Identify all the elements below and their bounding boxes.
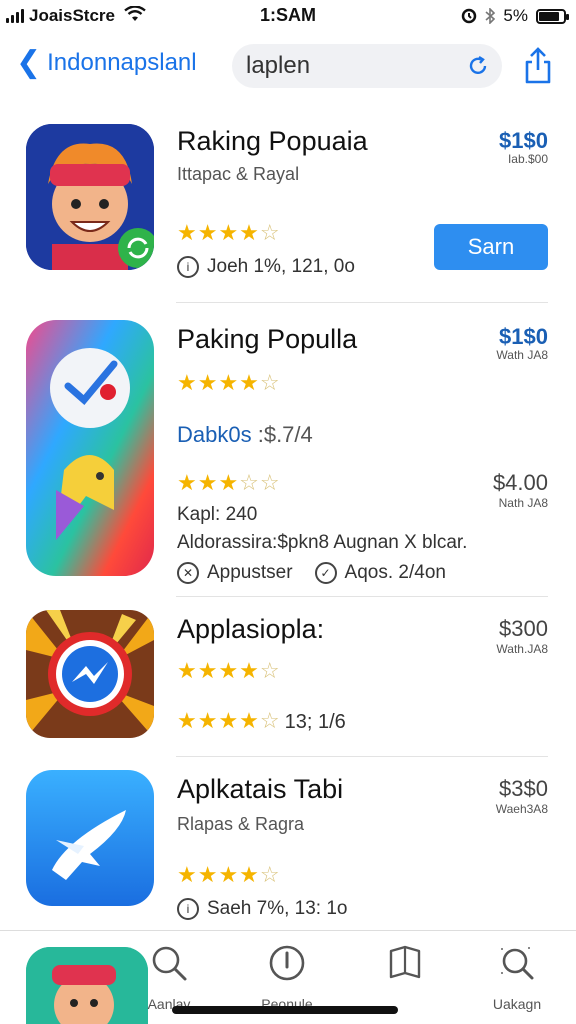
app-meta-text-2: Aqos. 2/4on bbox=[344, 562, 446, 583]
app-price-note-secondary: Nath JA8 bbox=[498, 496, 548, 510]
search-input[interactable] bbox=[246, 52, 446, 80]
app-meta-text-1: Appustser bbox=[207, 562, 293, 583]
tab-label: Uakagn bbox=[492, 996, 542, 1012]
clock-icon: i bbox=[177, 256, 199, 278]
app-description: Aldorassira:$pkn8 Augnan X blcar. bbox=[177, 532, 468, 553]
app-sub-label: Kapl: 240 bbox=[177, 504, 258, 525]
list-item[interactable]: Paking Populla ★★★★☆ Dabk0s :$.7/4 ★★★☆☆… bbox=[0, 302, 576, 594]
app-meta-text: Joeh 1%, 121, 0o bbox=[207, 256, 355, 277]
close-circle-icon: ✕ bbox=[177, 562, 199, 584]
list-item[interactable]: Aplkatais Tabi Rlapas & Ragra ★★★★☆ i Sa… bbox=[0, 756, 576, 926]
back-button[interactable]: ❮ Indonnapslanl bbox=[16, 48, 197, 78]
rating-stars: ★★★★☆ bbox=[177, 658, 281, 683]
app-price: $1$0 bbox=[499, 324, 548, 349]
info-icon bbox=[269, 945, 305, 981]
back-label: Indonnapslanl bbox=[47, 49, 197, 76]
check-circle-icon: ✓ bbox=[314, 562, 337, 584]
app-icon-plane[interactable] bbox=[26, 770, 154, 906]
tab-info[interactable]: Peonule bbox=[242, 943, 332, 1012]
rating-stars: ★★★★☆ bbox=[177, 220, 281, 245]
share-icon[interactable] bbox=[522, 46, 554, 86]
rating-stars-secondary: ★★★★☆ 13; 1/6 bbox=[177, 708, 346, 733]
app-price: $3$0 bbox=[499, 776, 548, 801]
status-bar: JoaisStcre 1:SAM 5% bbox=[0, 0, 576, 34]
clock-icon: i bbox=[177, 898, 199, 920]
list-item[interactable]: Raking Popuaia Ittapac & Rayal ★★★★☆ i J… bbox=[0, 110, 576, 302]
app-icon-character[interactable] bbox=[26, 124, 154, 270]
app-title[interactable]: Applasiopla: bbox=[177, 614, 324, 645]
tab-book[interactable] bbox=[360, 943, 450, 996]
app-icon-messages[interactable] bbox=[26, 320, 154, 576]
app-title[interactable]: Aplkatais Tabi bbox=[177, 774, 343, 805]
app-meta-text: Saeh 7%, 13: 1o bbox=[207, 898, 348, 919]
bluetooth-icon bbox=[485, 8, 496, 24]
app-meta: i Saeh 7%, 13: 1o bbox=[177, 898, 348, 920]
list-item[interactable]: Applasiopla: ★★★★☆ ★★★★☆ 13; 1/6 $300 Wat… bbox=[0, 596, 576, 754]
rating-stars: ★★★★☆ bbox=[177, 862, 281, 887]
app-price-secondary: $4.00 bbox=[492, 470, 548, 495]
alarm-icon bbox=[462, 8, 477, 24]
app-price: $1$0 bbox=[499, 128, 548, 153]
app-price-note: Wath.JA8 bbox=[496, 642, 548, 656]
magnifier-icon bbox=[501, 947, 534, 980]
rating-stars: ★★★★☆ bbox=[177, 370, 281, 395]
get-button[interactable]: Sarn bbox=[434, 224, 548, 270]
refresh-icon[interactable] bbox=[466, 54, 490, 78]
rating-count: 13; 1/6 bbox=[284, 711, 346, 733]
chevron-left-icon: ❮ bbox=[16, 46, 42, 79]
app-price: $300 bbox=[499, 616, 548, 641]
app-meta: i Joeh 1%, 121, 0o bbox=[177, 256, 355, 278]
developer-link-label: Dabk0s bbox=[177, 422, 252, 447]
nav-bar: ❮ Indonnapslanl bbox=[0, 40, 576, 92]
app-meta: ✕ Appustser ✓ Aqos. 2/4on bbox=[177, 562, 446, 584]
search-icon bbox=[152, 946, 187, 981]
battery-icon bbox=[536, 8, 569, 24]
app-price-note: Wath JA8 bbox=[496, 348, 548, 362]
tab-lookup[interactable]: Uakagn bbox=[472, 943, 562, 1012]
search-field[interactable] bbox=[232, 44, 502, 88]
app-title[interactable]: Paking Populla bbox=[177, 324, 357, 355]
developer-link-rest: :$.7/4 bbox=[257, 422, 313, 447]
app-subtitle: Rlapas & Ragra bbox=[177, 814, 305, 834]
tab-search[interactable]: Aanlav bbox=[124, 943, 214, 1012]
app-title[interactable]: Raking Popuaia bbox=[177, 126, 368, 157]
app-subtitle: Ittapac & Rayal bbox=[177, 164, 300, 184]
battery-percent: 5% bbox=[503, 6, 528, 25]
status-right: 5% bbox=[461, 6, 569, 26]
home-indicator[interactable] bbox=[172, 1006, 398, 1014]
app-price-note: Iab.$00 bbox=[507, 152, 548, 166]
app-icon-messenger[interactable] bbox=[26, 610, 154, 738]
rating-stars-secondary: ★★★☆☆ bbox=[177, 470, 281, 495]
app-price-note: Waeh3A8 bbox=[495, 802, 548, 816]
developer-link[interactable]: Dabk0s :$.7/4 bbox=[177, 422, 313, 448]
book-icon bbox=[389, 945, 421, 979]
